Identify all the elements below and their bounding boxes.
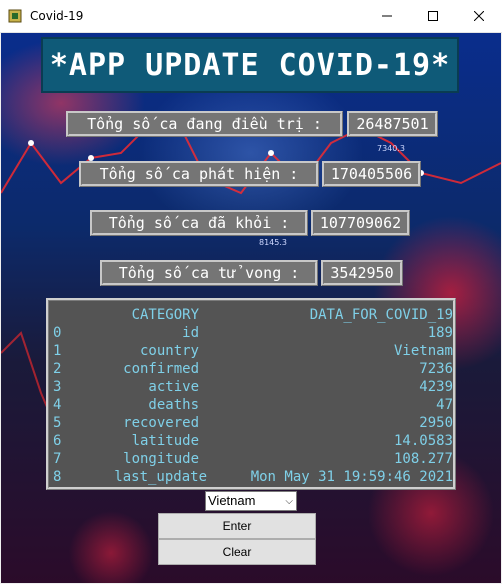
app-icon — [8, 9, 22, 23]
client-area: 7340.3 8145.3 *APP UPDATE COVID-19* Tổng… — [1, 33, 501, 583]
row-category: deaths — [148, 397, 199, 413]
maximize-icon — [428, 11, 438, 21]
header-data: DATA_FOR_COVID_19 — [309, 307, 453, 323]
title-bar[interactable]: Covid-19 — [0, 0, 502, 33]
enter-button[interactable]: Enter — [158, 513, 316, 539]
table-row: 8 last_update Mon May 31 19:59:46 2021 — [49, 468, 453, 486]
stat-value-treating: 26487501 — [347, 111, 438, 137]
bg-number-a: 7340.3 — [377, 144, 405, 153]
row-index: 0 — [53, 325, 62, 341]
table-row: 7 longitude 108.277 — [49, 450, 453, 468]
stat-label-recovered: Tổng số ca đã khỏi : — [90, 210, 308, 236]
table-row: 0 id 189 — [49, 324, 453, 342]
table-row: 2 confirmed 7236 — [49, 360, 453, 378]
row-value: 189 — [427, 325, 453, 341]
row-category: confirmed — [123, 361, 199, 377]
row-category: id — [182, 325, 199, 341]
table-row: 5 recovered 2950 — [49, 414, 453, 432]
header-category: CATEGORY — [131, 307, 199, 323]
close-icon — [474, 11, 484, 21]
row-value: Vietnam — [393, 343, 453, 359]
row-index: 7 — [53, 451, 62, 467]
stat-value-recovered: 107709062 — [311, 210, 410, 236]
row-value: 108.277 — [393, 451, 453, 467]
minimize-icon — [382, 15, 392, 17]
row-category: longitude — [123, 451, 199, 467]
row-category: recovered — [123, 415, 199, 431]
row-value: 2950 — [419, 415, 453, 431]
table-row: 1 country Vietnam — [49, 342, 453, 360]
close-button[interactable] — [456, 0, 502, 32]
row-category: country — [139, 343, 199, 359]
row-index: 3 — [53, 379, 62, 395]
app-window: Covid-19 7340.3 8145.3 *APP UPDATE COVID… — [0, 0, 502, 584]
row-value: 7236 — [419, 361, 453, 377]
stat-label-deaths: Tổng số ca tử vong : — [100, 260, 318, 286]
chevron-down-icon[interactable]: ⌵ — [285, 493, 293, 511]
banner-title: *APP UPDATE COVID-19* — [49, 47, 451, 83]
clear-button[interactable]: Clear — [158, 539, 316, 565]
row-value: 47 — [436, 397, 453, 413]
stat-label-treating: Tổng số ca đang điều trị : — [66, 111, 343, 137]
app-banner: *APP UPDATE COVID-19* — [41, 37, 459, 93]
row-index: 4 — [53, 397, 62, 413]
row-index: 8 — [53, 469, 62, 485]
row-index: 5 — [53, 415, 62, 431]
table-header-data-cell: DATA_FOR_COVID_19 — [199, 306, 453, 324]
table-row: 6 latitude 14.0583 — [49, 432, 453, 450]
bg-number-b: 8145.3 — [259, 238, 287, 247]
table-row: 4 deaths 47 — [49, 396, 453, 414]
row-category: latitude — [131, 433, 199, 449]
country-select-value: Vietnam — [208, 493, 256, 508]
maximize-button[interactable] — [410, 0, 456, 32]
row-value: 14.0583 — [393, 433, 453, 449]
row-category: last_update — [114, 469, 207, 485]
table-row: 3 active 4239 — [49, 378, 453, 396]
table-header-row: CATEGORY — [49, 306, 199, 324]
covid-data-table: CATEGORY DATA_FOR_COVID_19 0 id 189 1 co… — [46, 298, 456, 490]
stat-label-detected: Tổng số ca phát hiện : — [79, 161, 319, 187]
row-category: active — [148, 379, 199, 395]
country-select[interactable]: Vietnam ⌵ — [205, 491, 297, 511]
row-index: 1 — [53, 343, 62, 359]
row-value: Mon May 31 19:59:46 2021 — [250, 469, 453, 485]
stat-value-deaths: 3542950 — [321, 260, 403, 286]
row-index: 6 — [53, 433, 62, 449]
minimize-button[interactable] — [364, 0, 410, 32]
row-value: 4239 — [419, 379, 453, 395]
stat-value-detected: 170405506 — [322, 161, 421, 187]
window-title: Covid-19 — [30, 9, 84, 23]
row-index: 2 — [53, 361, 62, 377]
